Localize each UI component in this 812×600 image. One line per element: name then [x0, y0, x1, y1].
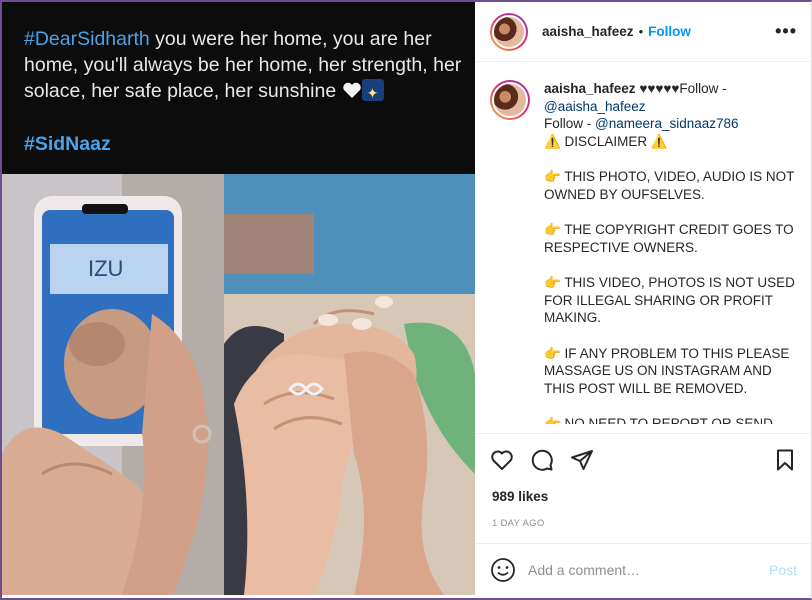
- follow-button[interactable]: Follow: [648, 24, 691, 39]
- holding-hands-illustration: [224, 174, 475, 595]
- heart-icon[interactable]: [490, 448, 514, 472]
- disclaimer-point-1: 👉 THIS PHOTO, VIDEO, AUDIO IS NOT OWNED …: [544, 169, 795, 202]
- post-date: 1 DAY AGO: [492, 518, 545, 529]
- post-sidebar: aaisha_hafeez • Follow ••• aaisha_hafeez…: [476, 2, 811, 595]
- header-separator: •: [638, 24, 644, 39]
- action-bar: [476, 434, 811, 486]
- phone-hands-illustration: IZU: [2, 174, 224, 595]
- caption-section: aaisha_hafeez ♥♥♥♥♥Follow - @aaisha_hafe…: [476, 62, 811, 434]
- post-header: aaisha_hafeez • Follow •••: [476, 2, 811, 62]
- svg-text:IZU: IZU: [88, 256, 123, 281]
- comment-icon[interactable]: [530, 448, 554, 472]
- more-options-icon[interactable]: •••: [775, 21, 797, 42]
- night-sky-icon: [361, 79, 384, 106]
- hashtag-sidnaaz: #SidNaaz: [24, 133, 111, 155]
- mention-aaisha-hafeez[interactable]: @aaisha_hafeez: [544, 99, 646, 114]
- caption-body: aaisha_hafeez ♥♥♥♥♥Follow - @aaisha_hafe…: [544, 80, 797, 433]
- post-media[interactable]: #DearSidharth you were her home, you are…: [2, 2, 475, 595]
- add-comment-bar: Post: [476, 543, 811, 595]
- white-heart-icon: [342, 82, 361, 98]
- caption-line3-prefix: Follow -: [544, 116, 596, 131]
- comment-input[interactable]: [528, 561, 748, 578]
- post-comment-button[interactable]: Post: [769, 562, 797, 578]
- media-caption: #DearSidharth you were her home, you are…: [24, 26, 464, 106]
- disclaimer-heading: ⚠️ DISCLAIMER ⚠️: [544, 133, 668, 149]
- mention-nameera-sidnaaz786[interactable]: @nameera_sidnaaz786: [595, 116, 739, 131]
- likes-count[interactable]: 989 likes: [476, 486, 811, 508]
- share-icon[interactable]: [570, 448, 594, 472]
- author-username[interactable]: aaisha_hafeez: [542, 24, 634, 39]
- disclaimer-point-2: 👉 THE COPYRIGHT CREDIT GOES TO RESPECTIV…: [544, 222, 794, 255]
- photo-phone-hands: IZU: [2, 174, 224, 595]
- hashtag-dear-sidharth: #DearSidharth: [24, 28, 150, 50]
- caption-username[interactable]: aaisha_hafeez: [544, 81, 636, 96]
- bookmark-icon[interactable]: [773, 448, 797, 472]
- author-avatar[interactable]: [490, 12, 528, 51]
- disclaimer-point-4: 👉 IF ANY PROBLEM TO THIS PLEASE MASSAGE …: [544, 345, 790, 396]
- disclaimer-point-5-cut: 👉 NO NEED TO REPORT OR SEND: [544, 416, 773, 424]
- caption-line1: ♥♥♥♥♥Follow -: [635, 81, 727, 96]
- caption-author-avatar[interactable]: [490, 80, 530, 120]
- photo-holding-hands: [224, 174, 475, 595]
- disclaimer-point-3: 👉 THIS VIDEO, PHOTOS IS NOT USED FOR ILL…: [544, 275, 795, 325]
- smile-icon[interactable]: [490, 557, 516, 583]
